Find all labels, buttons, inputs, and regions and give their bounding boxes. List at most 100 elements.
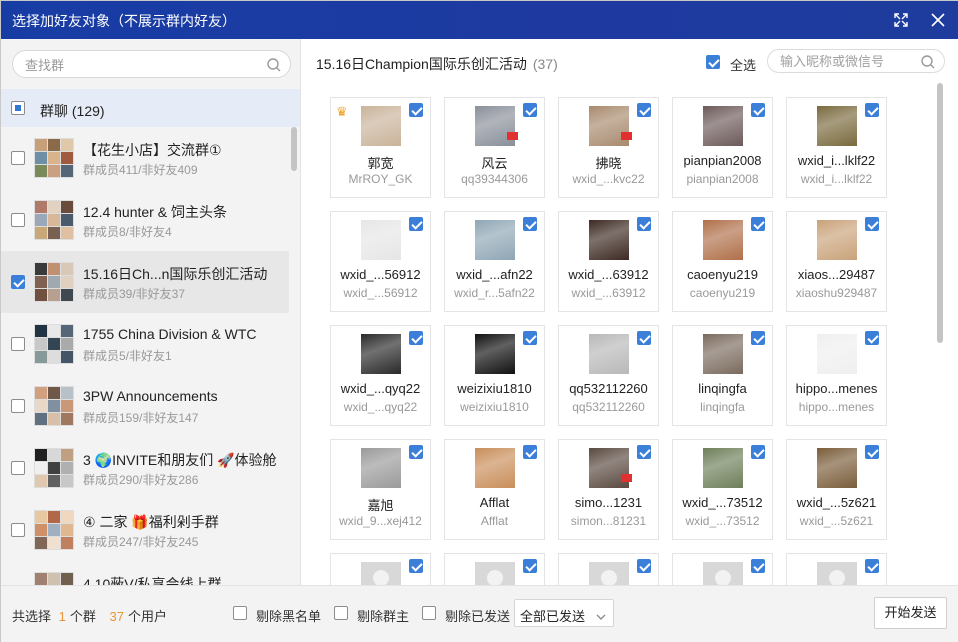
member-card[interactable]: qq532112260 qq532112260 xyxy=(558,325,659,426)
select-all-checkbox[interactable] xyxy=(706,55,720,69)
group-member-stats: 群成员290/非好友286 xyxy=(83,473,199,487)
group-checkbox[interactable] xyxy=(11,337,25,351)
member-checkbox[interactable] xyxy=(751,217,765,231)
group-item[interactable]: 12.4 hunter & 饲主头条 群成员8/非好友4 xyxy=(1,189,289,251)
member-checkbox[interactable] xyxy=(865,445,879,459)
member-card[interactable]: wxid_...qyq22 wxid_...qyq22 xyxy=(330,325,431,426)
member-card[interactable]: wxid_...5z621 wxid_...5z621 xyxy=(786,439,887,540)
member-checkbox[interactable] xyxy=(523,103,537,117)
member-card[interactable]: xiaos...29487 xiaoshu929487 xyxy=(786,211,887,312)
member-card[interactable]: wxid_i...lklf22 wxid_i...lklf22 xyxy=(786,97,887,198)
group-item[interactable]: 1755 China Division & WTC 群成员5/非好友1 xyxy=(1,313,289,375)
group-item[interactable]: 【花生小店】交流群① 群成员411/非好友409 xyxy=(1,127,289,189)
exclude-owner-checkbox[interactable] xyxy=(334,606,348,620)
member-checkbox[interactable] xyxy=(409,103,423,117)
group-checkbox[interactable] xyxy=(11,213,25,227)
member-checkbox[interactable] xyxy=(409,559,423,573)
member-card[interactable]: wxid_...afn22 wxid_r...5afn22 xyxy=(444,211,545,312)
member-card[interactable] xyxy=(330,553,431,585)
maximize-icon[interactable] xyxy=(891,10,911,30)
group-search-input[interactable] xyxy=(25,56,255,74)
member-card[interactable]: hippo...menes hippo...menes xyxy=(786,325,887,426)
member-checkbox[interactable] xyxy=(523,559,537,573)
member-grid-scrollbar[interactable] xyxy=(937,83,943,343)
close-icon[interactable] xyxy=(928,10,948,30)
member-card[interactable]: weizixiu1810 weizixiu1810 xyxy=(444,325,545,426)
member-card[interactable]: 风云 qq39344306 xyxy=(444,97,545,198)
member-card[interactable] xyxy=(672,553,773,585)
member-checkbox[interactable] xyxy=(751,445,765,459)
group-item[interactable]: 15.16日Ch...n国际乐创汇活动 群成员39/非好友37 xyxy=(1,251,289,313)
member-checkbox[interactable] xyxy=(637,103,651,117)
member-wechat-id: hippo...menes xyxy=(798,400,875,414)
member-card[interactable]: wxid_...63912 wxid_...63912 xyxy=(558,211,659,312)
member-card[interactable]: caoenyu219 caoenyu219 xyxy=(672,211,773,312)
group-header-checkbox[interactable] xyxy=(11,101,25,115)
member-checkbox[interactable] xyxy=(751,103,765,117)
member-checkbox[interactable] xyxy=(409,217,423,231)
group-checkbox[interactable] xyxy=(11,151,25,165)
group-checkbox[interactable] xyxy=(11,275,25,289)
group-item[interactable]: ④ 二家 🎁福利剁手群 群成员247/非好友245 xyxy=(1,499,289,561)
exclude-sent-label: 剔除已发送 xyxy=(445,609,511,624)
group-item[interactable]: 3 🌍INVITE和朋友们 🚀体验舱 群成员290/非好友286 xyxy=(1,437,289,499)
exclude-sent-checkbox[interactable] xyxy=(422,606,436,620)
exclude-blacklist-checkbox[interactable] xyxy=(233,606,247,620)
footer-bar: 共选择 1 个群 37 个用户 剔除黑名单 剔除群主 剔除已发送 全部已发送 开始发… xyxy=(1,585,958,642)
member-card[interactable] xyxy=(786,553,887,585)
member-card[interactable]: Afflat Afflat xyxy=(444,439,545,540)
member-card[interactable]: 拂晓 wxid_...kvc22 xyxy=(558,97,659,198)
member-checkbox[interactable] xyxy=(523,331,537,345)
member-search-input[interactable] xyxy=(780,53,920,70)
member-checkbox[interactable] xyxy=(409,445,423,459)
member-card[interactable]: simo...1231 simon...81231 xyxy=(558,439,659,540)
member-nickname: simo...1231 xyxy=(574,495,643,510)
member-card[interactable]: wxid_...73512 wxid_...73512 xyxy=(672,439,773,540)
sent-filter-dropdown[interactable]: 全部已发送 xyxy=(514,599,614,627)
member-checkbox[interactable] xyxy=(523,217,537,231)
member-checkbox[interactable] xyxy=(409,331,423,345)
flag-icon xyxy=(621,474,632,482)
member-checkbox[interactable] xyxy=(751,331,765,345)
member-checkbox[interactable] xyxy=(637,445,651,459)
member-wechat-id: qq39344306 xyxy=(461,172,528,186)
member-avatar xyxy=(589,562,629,585)
member-checkbox[interactable] xyxy=(865,217,879,231)
search-icon[interactable] xyxy=(920,54,936,73)
window-title: 选择加好友对象（不展示群内好友） xyxy=(12,13,236,29)
member-nickname: wxid_...56912 xyxy=(340,267,421,282)
member-search-box[interactable] xyxy=(767,49,945,73)
member-nickname: wxid_...qyq22 xyxy=(340,381,421,396)
member-checkbox[interactable] xyxy=(865,331,879,345)
member-checkbox[interactable] xyxy=(751,559,765,573)
member-card[interactable] xyxy=(444,553,545,585)
member-checkbox[interactable] xyxy=(865,559,879,573)
member-checkbox[interactable] xyxy=(637,217,651,231)
group-checkbox[interactable] xyxy=(11,399,25,413)
group-checkbox[interactable] xyxy=(11,523,25,537)
member-card[interactable] xyxy=(558,553,659,585)
search-icon[interactable] xyxy=(266,57,282,76)
member-card[interactable]: wxid_...56912 wxid_...56912 xyxy=(330,211,431,312)
member-card[interactable]: pianpian2008 pianpian2008 xyxy=(672,97,773,198)
member-card[interactable]: linqingfa linqingfa xyxy=(672,325,773,426)
group-item[interactable]: 3PW Announcements 群成员159/非好友147 xyxy=(1,375,289,437)
group-search-box[interactable] xyxy=(12,50,291,78)
group-chats-label: 群聊 (129) xyxy=(40,103,105,119)
member-checkbox[interactable] xyxy=(523,445,537,459)
group-avatar xyxy=(34,386,74,426)
group-list-scrollbar[interactable] xyxy=(291,127,297,171)
member-checkbox[interactable] xyxy=(865,103,879,117)
group-checkbox[interactable] xyxy=(11,461,25,475)
member-checkbox[interactable] xyxy=(637,331,651,345)
member-checkbox[interactable] xyxy=(637,559,651,573)
member-avatar xyxy=(361,334,401,374)
group-item[interactable]: 4.10蔽V/私享会线上群 xyxy=(1,561,289,585)
member-avatar xyxy=(475,220,515,260)
member-card[interactable]: ♛ 郭宽 MrROY_GK xyxy=(330,97,431,198)
member-card[interactable]: 嘉旭 wxid_9...xej412 xyxy=(330,439,431,540)
start-send-button[interactable]: 开始发送 xyxy=(874,597,947,629)
member-nickname: wxid_i...lklf22 xyxy=(797,153,876,168)
group-chats-header[interactable]: 群聊 (129) xyxy=(1,89,300,127)
member-grid: ♛ 郭宽 MrROY_GK 风云 qq39344306 拂晓 wxid_...kvc22 pi… xyxy=(330,97,920,585)
